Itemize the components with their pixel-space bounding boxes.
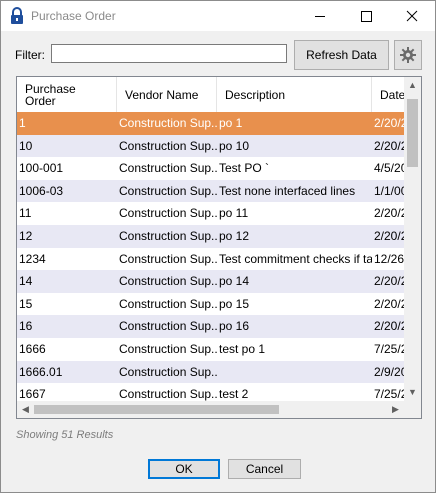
cell-vendor-name: Construction Sup...: [119, 161, 217, 176]
table-row[interactable]: 11 Construction Sup... po 11 2/20/2: [17, 202, 405, 225]
horizontal-scrollbar[interactable]: ◀ ▶: [17, 401, 404, 418]
cell-purchase-order: 10: [19, 138, 33, 153]
table-row[interactable]: 1006-03 Construction Sup... Test none inte…: [17, 179, 405, 203]
ok-button[interactable]: OK: [148, 459, 220, 479]
cell-vendor-name: Construction Sup...: [119, 138, 217, 153]
cell-date: 2/20/2: [374, 228, 405, 243]
cell-purchase-order: 1006-03: [19, 183, 64, 198]
cell-date: 2/20/2: [374, 138, 405, 153]
grid-header: Purchase Order Vendor Name Description D…: [17, 77, 405, 113]
cell-purchase-order: 12: [19, 228, 33, 243]
cell-vendor-name: Construction Sup...: [119, 228, 217, 243]
grid-rows: 1 Construction Sup... po 1 2/20/2 10 Construc…: [17, 112, 405, 402]
cell-description: po 12: [219, 228, 250, 243]
cell-date: 2/9/20: [374, 364, 405, 379]
cell-purchase-order: 16: [19, 319, 33, 334]
cell-date: 2/20/2: [374, 296, 405, 311]
scroll-up-icon[interactable]: ▲: [404, 77, 421, 94]
maximize-button[interactable]: [343, 1, 389, 31]
close-button[interactable]: [389, 1, 435, 31]
cell-date: 2/20/2: [374, 274, 405, 289]
column-header-purchase-order[interactable]: Purchase Order: [17, 77, 117, 112]
lock-icon: [9, 7, 25, 25]
maximize-icon: [361, 11, 372, 22]
minimize-icon: [315, 16, 325, 17]
title-bar: Purchase Order: [1, 1, 435, 31]
cell-date: 2/20/2: [374, 319, 405, 334]
cell-vendor-name: Construction Sup...: [119, 116, 217, 130]
cell-purchase-order: 100-001: [19, 161, 64, 176]
filter-input[interactable]: [51, 44, 287, 63]
table-row[interactable]: 12 Construction Sup... po 12 2/20/2: [17, 224, 405, 248]
table-row[interactable]: 10 Construction Sup... po 10 2/20/2: [17, 134, 405, 158]
column-header-description[interactable]: Description: [217, 77, 372, 112]
filter-label: Filter:: [15, 48, 45, 62]
column-header-vendor-name[interactable]: Vendor Name: [117, 77, 217, 112]
cell-date: 7/25/2: [374, 341, 405, 356]
cell-vendor-name: Construction Sup...: [119, 296, 217, 311]
close-icon: [406, 10, 418, 22]
cell-purchase-order: 14: [19, 274, 33, 289]
cell-vendor-name: Construction Sup...: [119, 319, 217, 334]
table-row[interactable]: 100-001 Construction Sup... Test PO ` 4/5/2…: [17, 157, 405, 180]
column-header-date[interactable]: Date: [372, 77, 405, 112]
cell-description: test 2: [219, 387, 249, 402]
cell-purchase-order: 1666.01: [19, 364, 63, 379]
cell-date: 12/26/: [374, 251, 405, 266]
cell-purchase-order: 1234: [19, 251, 46, 266]
cell-description: po 14: [219, 274, 250, 289]
minimize-button[interactable]: [297, 1, 343, 31]
cell-purchase-order: 1667: [19, 387, 46, 402]
cell-description: Test none interfaced lines: [219, 183, 356, 198]
cell-description: po 11: [219, 206, 249, 221]
scroll-down-icon[interactable]: ▼: [404, 384, 421, 401]
horizontal-scroll-thumb[interactable]: [34, 405, 279, 414]
vertical-scrollbar[interactable]: ▲ ▼: [404, 77, 421, 401]
cell-description: po 10: [219, 138, 250, 153]
vertical-scroll-thumb[interactable]: [407, 99, 418, 167]
cell-purchase-order: 11: [19, 206, 32, 221]
scroll-right-icon[interactable]: ▶: [387, 401, 404, 418]
cell-vendor-name: Construction Sup...: [119, 206, 217, 221]
cell-description: po 16: [219, 319, 250, 334]
cell-vendor-name: Construction Sup...: [119, 341, 217, 356]
table-row[interactable]: 16 Construction Sup... po 16 2/20/2: [17, 315, 405, 338]
cell-description: test po 1: [219, 341, 266, 356]
cell-description: [217, 361, 372, 384]
refresh-data-button[interactable]: Refresh Data: [294, 40, 389, 70]
cell-vendor-name: Construction Sup...: [119, 364, 217, 379]
cell-description: Test PO `: [219, 161, 270, 176]
table-row[interactable]: 14 Construction Sup... po 14 2/20/2: [17, 270, 405, 293]
cell-date: 1/1/00: [374, 183, 405, 198]
cell-date: 4/5/20: [374, 161, 405, 176]
cancel-button[interactable]: Cancel: [228, 459, 301, 479]
cell-date: 7/25/2: [374, 387, 405, 402]
table-row[interactable]: 1667 Construction Sup... test 2 7/25/2: [17, 383, 405, 402]
scroll-left-icon[interactable]: ◀: [17, 401, 34, 418]
results-count: Showing 51 Results: [16, 429, 114, 441]
cell-description: Test commitment checks if ta...: [219, 251, 372, 266]
cell-purchase-order: 1: [19, 116, 26, 130]
cell-vendor-name: Construction Sup...: [119, 274, 217, 289]
purchase-order-grid: Purchase Order Vendor Name Description D…: [16, 76, 422, 419]
cell-vendor-name: Construction Sup...: [119, 387, 217, 402]
cell-date: 2/20/2: [374, 206, 405, 221]
cell-vendor-name: Construction Sup...: [119, 251, 217, 266]
purchase-order-dialog: Purchase Order Filter: Refresh Data Purc…: [0, 0, 436, 493]
settings-button[interactable]: [394, 40, 422, 70]
scrollbar-corner: [404, 401, 421, 418]
cell-date: 2/20/2: [374, 116, 405, 130]
table-row[interactable]: 1234 Construction Sup... Test commitment c…: [17, 248, 405, 271]
gear-icon: [400, 47, 416, 63]
table-row[interactable]: 1 Construction Sup... po 1 2/20/2: [17, 112, 405, 135]
table-row[interactable]: 1666.01 Construction Sup... 2/9/20: [17, 360, 405, 384]
cell-purchase-order: 1666: [19, 341, 46, 356]
table-row[interactable]: 1666 Construction Sup... test po 1 7/25/2: [17, 338, 405, 361]
cell-description: po 15: [219, 296, 250, 311]
window-title: Purchase Order: [31, 9, 116, 23]
cell-purchase-order: 15: [19, 296, 33, 311]
table-row[interactable]: 15 Construction Sup... po 15 2/20/2: [17, 293, 405, 316]
cell-vendor-name: Construction Sup...: [119, 183, 217, 198]
cell-description: po 1: [219, 116, 243, 130]
